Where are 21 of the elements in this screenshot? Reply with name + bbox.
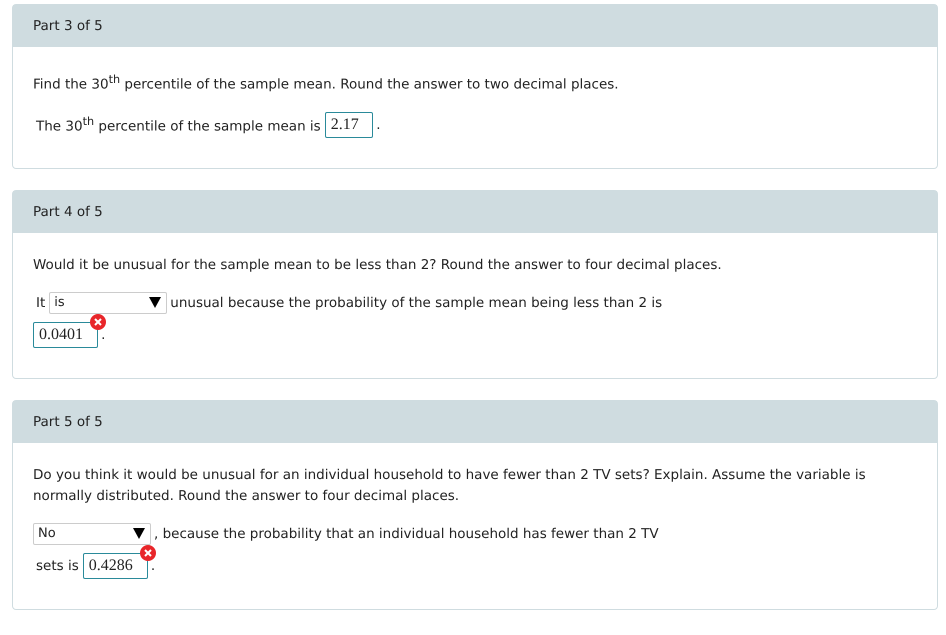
answer-input[interactable]: 0.4286: [82, 552, 148, 578]
caret-icon: [149, 297, 162, 308]
answer-text: .: [150, 558, 156, 574]
answer-text: , because the probability that an individual household has fewer than 2 TV: [154, 526, 659, 542]
part-title: Part 5 of 5: [33, 414, 103, 430]
part-title: Part 3 of 5: [33, 18, 103, 34]
answer-input[interactable]: 2.17: [324, 112, 374, 138]
question-text: Do you think it would be unusual for an individual household to have fewer than 2 TV sets? Explain. Assume the variable is normally distributed. Round the answer to four decimal places.: [33, 466, 867, 506]
caret-icon: [133, 528, 145, 539]
part-title: Part 4 of 5: [33, 204, 103, 220]
answer-text: unusual because the probability of the sample mean being less than 2 is: [170, 294, 662, 310]
question-text: Find the 30$^{th}$ percentile of the sample mean. Round the answer to two decimal places.: [33, 72, 620, 94]
answer-dropdown[interactable]: No: [33, 522, 151, 544]
answer-text: .: [376, 116, 380, 132]
answer-text: sets is: [36, 558, 79, 574]
answer-text: The 30$^{th}$ percentile of the sample mean is: [36, 114, 321, 134]
answer-input[interactable]: 0.0401: [33, 322, 98, 348]
answer-text: .: [101, 326, 106, 342]
question-text: Would it be unusual for the sample mean to be less than 2? Round the answer to four decimal places.: [33, 256, 723, 274]
answer-text: It: [36, 294, 46, 310]
answer-dropdown[interactable]: is: [49, 292, 168, 314]
